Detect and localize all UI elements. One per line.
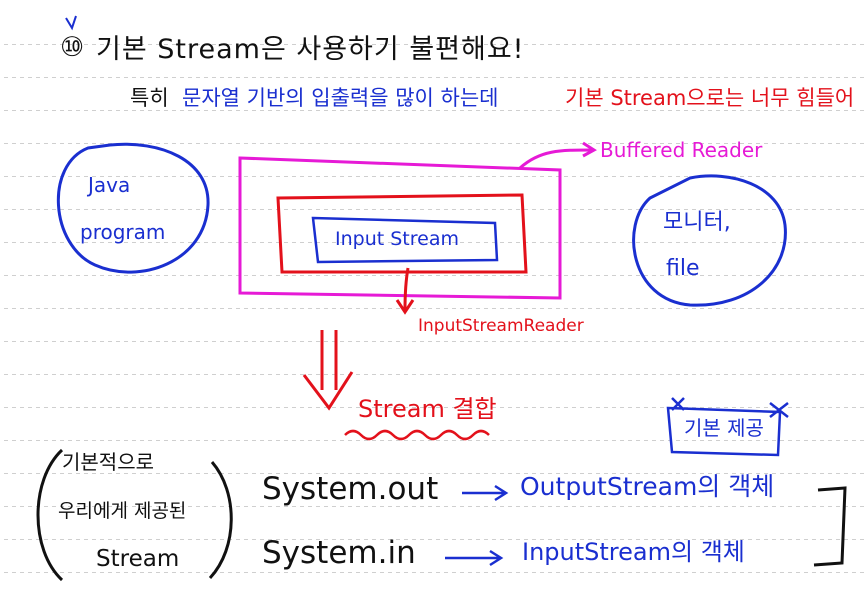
input-stream-label: Input Stream (335, 228, 459, 250)
paren-line-2: 우리에게 제공된 (58, 500, 187, 522)
subheading-prefix: 특히 (130, 86, 169, 110)
monitor-label: 모니터, (663, 210, 731, 235)
stream-chaining-label: Stream 결합 (358, 395, 497, 423)
chaining-arrow (302, 330, 354, 411)
right-paren (208, 461, 233, 580)
wavy-underline (344, 429, 490, 441)
in-arrow (445, 549, 504, 567)
reader-arrow (403, 267, 410, 311)
system-out-label: System.out (262, 471, 439, 507)
buffered-arrow (518, 148, 593, 170)
java-label: Java (88, 173, 131, 197)
system-in-label: System.in (262, 535, 416, 571)
page-heading: 기본 Stream은 사용하기 불편해요! (96, 34, 525, 65)
paren-line-1: 기본적으로 (62, 450, 154, 474)
java-program-circle (57, 142, 210, 274)
out-arrow (462, 484, 509, 502)
subheading-blue: 문자열 기반의 입출력을 많이 하는데 (182, 86, 499, 110)
buffered-reader-label: Buffered Reader (600, 138, 763, 162)
program-label: program (80, 220, 166, 244)
heading-marker: ⑩ (60, 32, 85, 63)
basic-provided-label: 기본 제공 (684, 416, 764, 440)
file-label: file (666, 256, 700, 281)
input-stream-object: InputStream의 객체 (522, 538, 745, 566)
output-stream-object: OutputStream의 객체 (520, 472, 775, 501)
subheading-red: 기본 Stream으로는 너무 힘들어 (565, 86, 855, 110)
monitor-file-circle (632, 174, 787, 307)
input-stream-reader-label: InputStreamReader (418, 316, 584, 336)
right-bracket (813, 486, 847, 567)
paren-line-3: Stream (96, 546, 180, 572)
